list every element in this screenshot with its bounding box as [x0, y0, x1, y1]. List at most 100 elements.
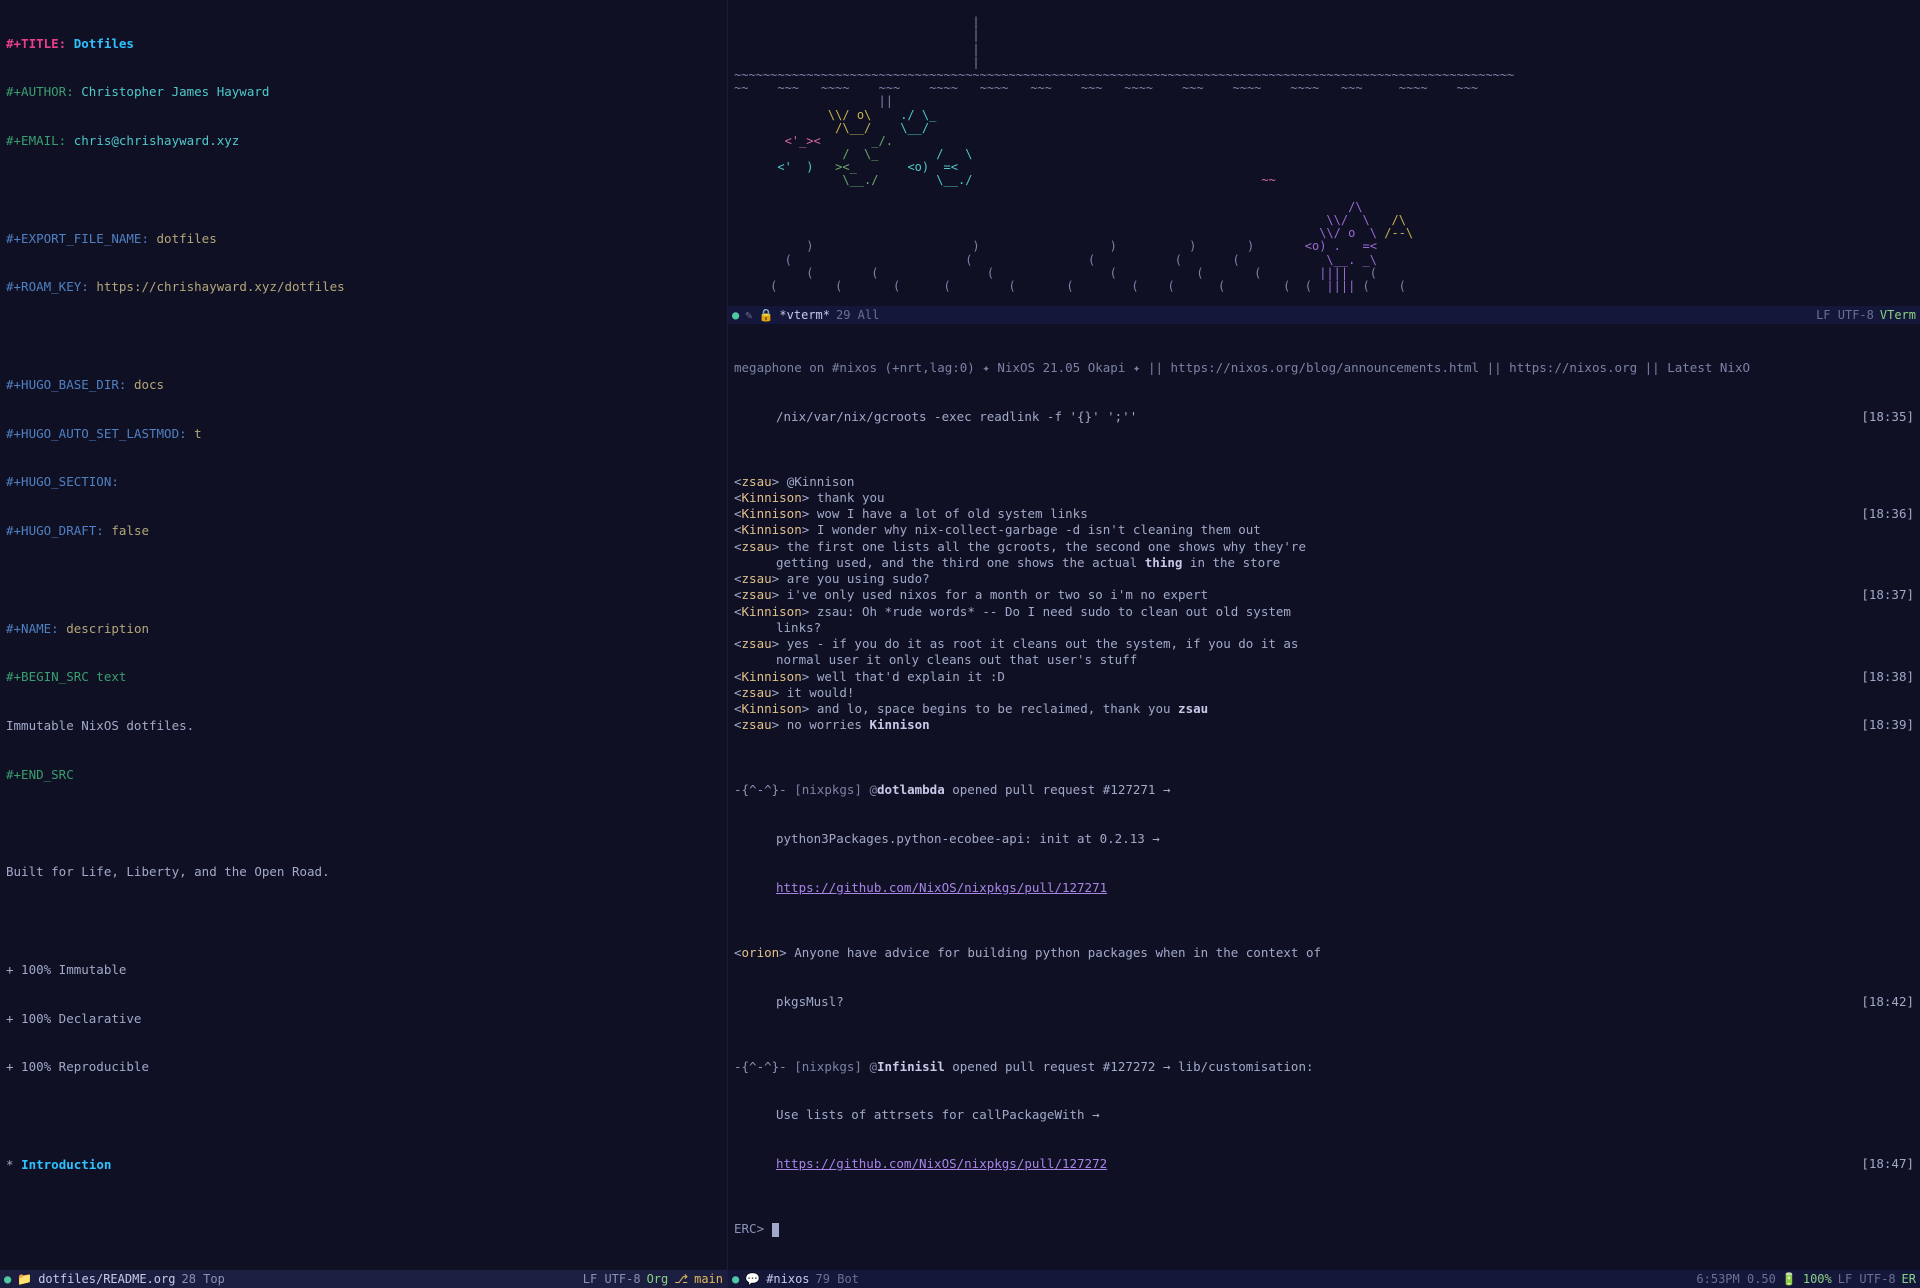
irc-msg: wow I have a lot of old system links — [817, 506, 1088, 521]
org-roam-val: https://chrishayward.xyz/dotfiles — [96, 279, 344, 294]
irc-msg: and lo, space begins to be reclaimed, th… — [817, 701, 1178, 716]
pencil-icon: ✎ — [745, 306, 752, 324]
org-title-val: Dotfiles — [74, 36, 134, 51]
org-author-val: Christopher James Hayward — [81, 84, 269, 99]
irc-ml-pos: 79 Bot — [816, 1270, 859, 1288]
pr2-ts: [18:47] — [1854, 1156, 1914, 1172]
bot-prefix-2: -{^-^}- — [734, 1059, 787, 1074]
irc-modeline: ● 💬 #nixos 79 Bot 6:53PM 0.50 🔋 100% LF … — [728, 1270, 1920, 1288]
hugo-base-key: #+HUGO_BASE_DIR: — [6, 377, 126, 392]
orion-msg: Anyone have advice for building python p… — [794, 945, 1321, 960]
irc-ts-topic2: [18:35] — [1854, 409, 1914, 425]
chat-icon: 💬 — [745, 1270, 760, 1288]
irc-timestamp: [18:36] — [1854, 506, 1914, 522]
vterm-buffer[interactable]: | | | | ~~~~~~~~~~~~~~~~~~~~~~~~~~~~~~~~… — [728, 0, 1920, 306]
begin-src-text: #+BEGIN_SRC text — [6, 669, 126, 684]
irc-timestamp — [1854, 555, 1914, 571]
bullet-immutable: + 100% Immutable — [6, 962, 126, 977]
nick: zsau — [742, 539, 772, 554]
nick: zsau — [742, 717, 772, 732]
irc-msg: @Kinnison — [787, 474, 855, 489]
circle-icon: ● — [732, 1270, 739, 1288]
org-modeline: ● 📁 dotfiles/README.org 28 Top LF UTF-8 … — [0, 1270, 727, 1288]
desc-body: Immutable NixOS dotfiles. — [6, 718, 194, 733]
irc-timestamp — [1854, 539, 1914, 555]
org-ml-pos: 28 Top — [181, 1270, 224, 1288]
orion-ts: [18:42] — [1854, 994, 1914, 1010]
org-ml-vcs: main — [694, 1270, 723, 1288]
irc-ml-buffer[interactable]: #nixos — [766, 1270, 809, 1288]
org-email-key: #+EMAIL: — [6, 133, 66, 148]
irc-topic-c: || https://nixos.org/blog/announcements.… — [1140, 360, 1750, 375]
bot-prefix: -{^-^}- — [734, 782, 787, 797]
irc-ml-mode: ER — [1902, 1270, 1916, 1288]
hugo-lastmod-key: #+HUGO_AUTO_SET_LASTMOD: — [6, 426, 187, 441]
pr1-url[interactable]: https://github.com/NixOS/nixpkgs/pull/12… — [776, 880, 1107, 895]
nick-orion: orion — [742, 945, 780, 960]
hugo-draft-key: #+HUGO_DRAFT: — [6, 523, 104, 538]
vterm-modeline: ● ✎ 🔒 *vterm* 29 All LF UTF-8 VTerm — [728, 306, 1920, 324]
irc-msg: no worries — [787, 717, 870, 732]
nick: zsau — [742, 474, 772, 489]
orion-msg2: pkgsMusl? — [776, 994, 844, 1009]
nick: Kinnison — [742, 490, 802, 505]
irc-highlight: zsau — [1178, 701, 1208, 716]
irc-msg: are you using sudo? — [787, 571, 930, 586]
vterm-ml-mode: VTerm — [1880, 306, 1916, 324]
vterm-ml-enc: LF UTF-8 — [1816, 306, 1874, 324]
irc-msg: zsau: Oh *rude words* -- Do I need sudo … — [817, 604, 1291, 619]
name-desc-val: description — [66, 621, 149, 636]
nick: zsau — [742, 685, 772, 700]
irc-msg: I wonder why nix-collect-garbage -d isn'… — [817, 522, 1261, 537]
nick: Kinnison — [742, 604, 802, 619]
org-roam-key: #+ROAM_KEY: — [6, 279, 89, 294]
bullet-declarative: + 100% Declarative — [6, 1011, 141, 1026]
org-export-val: dotfiles — [157, 231, 217, 246]
vterm-ml-buffer[interactable]: *vterm* — [779, 306, 830, 324]
nick: Kinnison — [742, 522, 802, 537]
pr2-nick: Infinisil — [877, 1059, 945, 1074]
erc-prompt: ERC> — [734, 1221, 764, 1236]
irc-msg: it would! — [787, 685, 855, 700]
irc-buffer[interactable]: megaphone on #nixos (+nrt,lag:0) ✦ NixOS… — [728, 324, 1920, 1270]
irc-ml-batt: 100% — [1803, 1270, 1832, 1288]
nick: Kinnison — [742, 669, 802, 684]
irc-timestamp — [1854, 571, 1914, 587]
org-ml-buffer[interactable]: dotfiles/README.org — [38, 1270, 175, 1288]
hugo-lastmod-val: t — [194, 426, 202, 441]
battery-icon: 🔋 — [1782, 1270, 1797, 1288]
irc-topic-a: megaphone on #nixos (+nrt,lag:0) — [734, 360, 982, 375]
heading-introduction[interactable]: Introduction — [21, 1157, 111, 1172]
irc-timestamp — [1854, 652, 1914, 668]
org-buffer-pane: #+TITLE: Dotfiles #+AUTHOR: Christopher … — [0, 0, 728, 1288]
pr1-c: python3Packages.python-ecobee-api: init … — [776, 831, 1160, 846]
circle-icon: ● — [732, 306, 739, 324]
irc-timestamp — [1854, 522, 1914, 538]
vterm-ml-pos: 29 All — [836, 306, 879, 324]
irc-msg: yes - if you do it as root it cleans out… — [787, 636, 1299, 651]
org-email-val: chris@chrishayward.xyz — [74, 133, 240, 148]
irc-msg: getting used, and the third one shows th… — [776, 555, 1145, 570]
irc-highlight: Kinnison — [870, 717, 930, 732]
irc-msg: normal user it only cleans out that user… — [776, 652, 1137, 667]
irc-timestamp: [18:39] — [1854, 717, 1914, 733]
hugo-draft-val: false — [111, 523, 149, 538]
nick: zsau — [742, 571, 772, 586]
hugo-base-val: docs — [134, 377, 164, 392]
tagline: Built for Life, Liberty, and the Open Ro… — [6, 864, 330, 879]
vterm-pane: | | | | ~~~~~~~~~~~~~~~~~~~~~~~~~~~~~~~~… — [728, 0, 1920, 324]
irc-msg: well that'd explain it :D — [817, 669, 1005, 684]
irc-timestamp — [1854, 636, 1914, 652]
irc-msg: the first one lists all the gcroots, the… — [787, 539, 1306, 554]
irc-msg-tail: in the store — [1182, 555, 1280, 570]
irc-timestamp: [18:38] — [1854, 669, 1914, 685]
pr2-url[interactable]: https://github.com/NixOS/nixpkgs/pull/12… — [776, 1156, 1107, 1171]
org-title-key: #+TITLE: — [6, 36, 66, 51]
cursor-icon[interactable] — [772, 1223, 779, 1237]
irc-timestamp — [1854, 490, 1914, 506]
irc-timestamp — [1854, 701, 1914, 717]
org-buffer[interactable]: #+TITLE: Dotfiles #+AUTHOR: Christopher … — [0, 0, 727, 1270]
folder-icon: 📁 — [17, 1270, 32, 1288]
pr1-a: [nixpkgs] @ — [787, 782, 877, 797]
irc-timestamp: [18:37] — [1854, 587, 1914, 603]
